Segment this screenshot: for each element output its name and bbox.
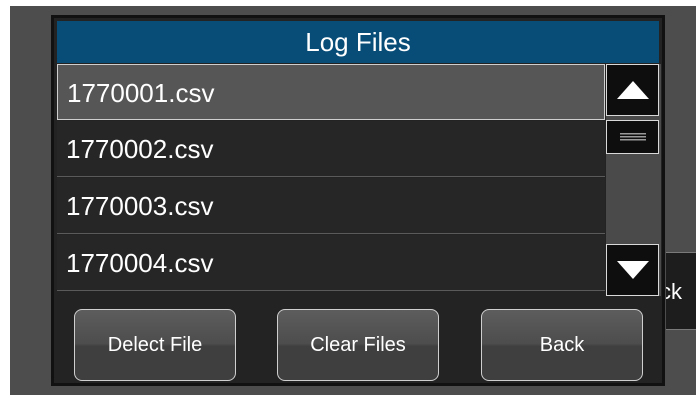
- scroll-thumb[interactable]: [606, 120, 659, 154]
- dialog-title: Log Files: [57, 21, 659, 63]
- log-files-dialog: Log Files 1770001.csv 1770002.csv 177000…: [51, 15, 665, 386]
- back-button[interactable]: Back: [481, 309, 643, 381]
- scroll-down-button[interactable]: [606, 244, 659, 296]
- triangle-down-icon: [617, 261, 649, 279]
- triangle-up-icon: [617, 81, 649, 99]
- scroll-up-button[interactable]: [606, 64, 659, 116]
- grip-lines-icon: [620, 133, 646, 141]
- clear-files-button[interactable]: Clear Files: [277, 309, 439, 381]
- file-row-1[interactable]: 1770001.csv: [57, 64, 605, 120]
- file-row-2[interactable]: 1770002.csv: [57, 121, 605, 177]
- scrollbar[interactable]: [606, 64, 661, 296]
- delect-file-button[interactable]: Delect File: [74, 309, 236, 381]
- file-row-4[interactable]: 1770004.csv: [57, 235, 605, 291]
- file-list[interactable]: 1770001.csv 1770002.csv 1770003.csv 1770…: [57, 64, 605, 294]
- file-row-3[interactable]: 1770003.csv: [57, 178, 605, 234]
- background-back-button[interactable]: ck: [666, 252, 696, 330]
- background-back-label: ck: [666, 279, 682, 304]
